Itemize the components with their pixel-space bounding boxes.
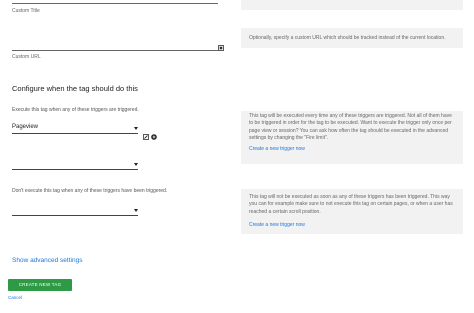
edit-icon[interactable] xyxy=(143,127,149,140)
custom-url-input[interactable] xyxy=(12,50,218,51)
top-help-panel xyxy=(241,0,463,10)
cancel-link[interactable]: Cancel xyxy=(8,295,22,300)
add-circle-icon[interactable] xyxy=(151,127,157,140)
fire-trigger-select-1-value: Pageview xyxy=(12,124,39,130)
fire-triggers-label: Execute this tag when any of these trigg… xyxy=(12,107,139,113)
custom-url-help: Optionally, specify a custom URL which s… xyxy=(241,28,463,48)
block-trigger-select-1[interactable] xyxy=(12,206,138,216)
custom-title-label: Custom Title xyxy=(12,8,40,14)
show-advanced-settings-link[interactable]: Show advanced settings xyxy=(12,257,82,264)
fire-triggers-help: This tag will be executed every time any… xyxy=(241,111,463,164)
block-triggers-label: Don't execute this tag when any of these… xyxy=(12,188,168,194)
custom-url-label: Custom URL xyxy=(12,54,41,60)
block-triggers-help-text: This tag will not be executed as soon as… xyxy=(249,194,453,215)
section-heading: Configure when the tag should do this xyxy=(12,84,138,93)
chevron-down-icon xyxy=(134,209,138,212)
chevron-down-icon xyxy=(134,127,138,130)
chevron-down-icon xyxy=(134,163,138,166)
custom-url-help-text: Optionally, specify a custom URL which s… xyxy=(249,35,446,41)
custom-title-input[interactable] xyxy=(12,3,218,4)
fire-trigger-select-2[interactable] xyxy=(12,160,138,170)
create-tag-button[interactable]: CREATE NEW TAG xyxy=(8,279,72,291)
block-create-trigger-link[interactable]: Create a new trigger now xyxy=(249,222,455,229)
block-triggers-help: This tag will not be executed as soon as… xyxy=(241,189,463,234)
fire-triggers-help-text: This tag will be executed every time any… xyxy=(249,113,452,142)
fire-create-trigger-link[interactable]: Create a new trigger now xyxy=(249,146,455,153)
variable-picker-icon[interactable] xyxy=(218,38,224,51)
fire-trigger-select-1[interactable]: Pageview xyxy=(12,124,138,134)
